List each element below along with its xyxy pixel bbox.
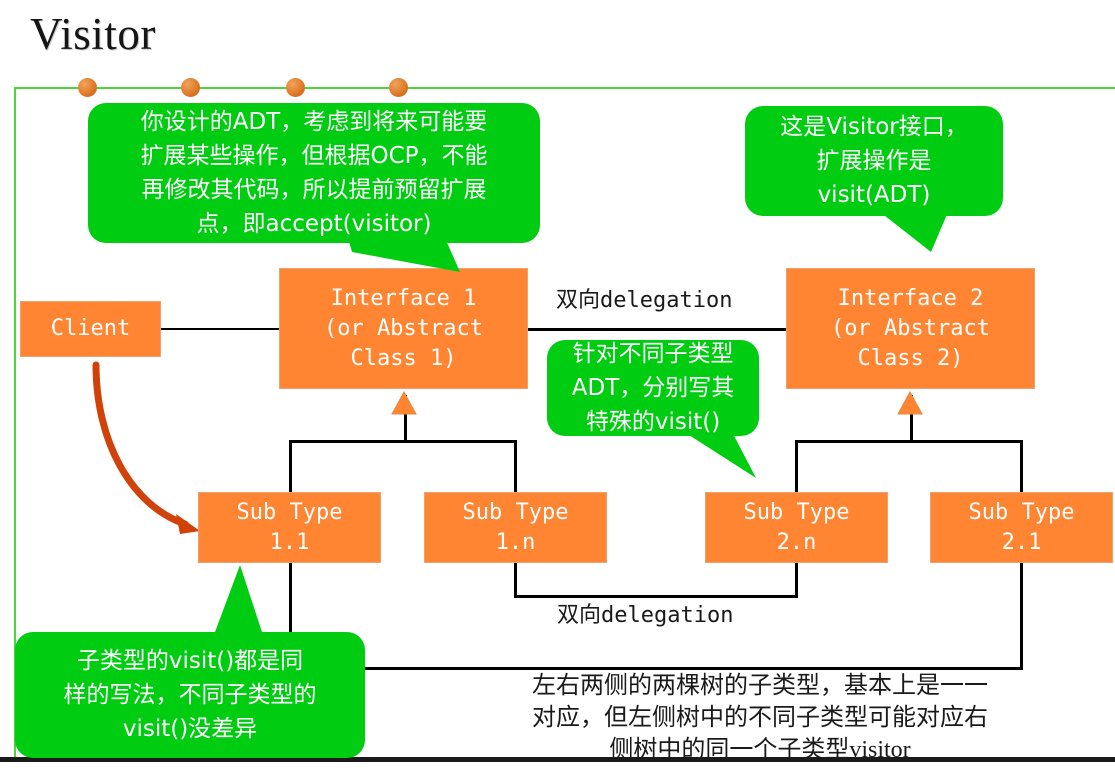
frame-top-line bbox=[14, 87, 1115, 89]
connector-right-bus bbox=[795, 440, 1023, 443]
box-subtype-2-1[interactable]: Sub Type 2.1 bbox=[930, 492, 1113, 563]
connector-riser-subtype-2-1 bbox=[1020, 440, 1023, 492]
connector-interface1-interface2 bbox=[527, 328, 787, 331]
bullet-dot-icon bbox=[286, 78, 305, 97]
bullet-dot-icon bbox=[78, 78, 97, 97]
box-interface-2[interactable]: Interface 2 (or Abstract Class 2) bbox=[786, 268, 1035, 389]
box-interface-1[interactable]: Interface 1 (or Abstract Class 1) bbox=[279, 268, 528, 389]
callout-tail-top-left bbox=[348, 238, 460, 272]
connector-left-bus bbox=[289, 440, 517, 443]
curved-arrow-shaft bbox=[92, 361, 189, 528]
connector-2n-drop bbox=[795, 563, 798, 598]
connector-interface2-down bbox=[910, 395, 913, 442]
footer-note: 左右两侧的两棵树的子类型，基本上是一一 对应，但左侧树中的不同子类型可能对应右 … bbox=[532, 673, 988, 763]
box-subtype-1-1[interactable]: Sub Type 1.1 bbox=[198, 492, 381, 563]
bullet-dot-icon bbox=[389, 78, 408, 97]
connector-interface1-down bbox=[404, 395, 407, 442]
callout-middle: 针对不同子类型 ADT，分别写其 特殊的visit() bbox=[547, 340, 759, 436]
label-delegation-bottom: 双向delegation bbox=[557, 603, 734, 628]
curved-arrow-head bbox=[176, 514, 200, 534]
connector-riser-subtype-1-1 bbox=[289, 440, 292, 492]
connector-riser-subtype-2-n bbox=[795, 440, 798, 492]
page-title: Visitor bbox=[30, 9, 156, 59]
callout-tail-bottom-left bbox=[215, 565, 262, 632]
label-delegation-top: 双向delegation bbox=[556, 288, 733, 313]
box-subtype-2-n[interactable]: Sub Type 2.n bbox=[705, 492, 888, 563]
connector-client-to-interface1 bbox=[161, 328, 279, 330]
box-client[interactable]: Client bbox=[20, 301, 161, 357]
callout-bottom-left: 子类型的visit()都是同 样的写法，不同子类型的 visit()没差异 bbox=[15, 632, 365, 758]
connector-riser-subtype-1-n bbox=[514, 440, 517, 492]
connector-1n-drop bbox=[514, 563, 517, 598]
bullet-dot-icon bbox=[181, 78, 200, 97]
connector-21-drop bbox=[1020, 563, 1023, 670]
callout-top-left: 你设计的ADT，考虑到将来可能要 扩展某些操作，但根据OCP，不能 再修改其代码… bbox=[88, 103, 540, 243]
slide-canvas: Visitor Client Interface 1 (or Abstract … bbox=[0, 0, 1115, 775]
callout-tail-top-right bbox=[880, 212, 948, 252]
connector-1n-2n-bridge bbox=[514, 595, 798, 598]
callout-top-right: 这是Visitor接口， 扩展操作是 visit(ADT) bbox=[745, 106, 1003, 216]
box-subtype-1-n[interactable]: Sub Type 1.n bbox=[424, 492, 607, 563]
